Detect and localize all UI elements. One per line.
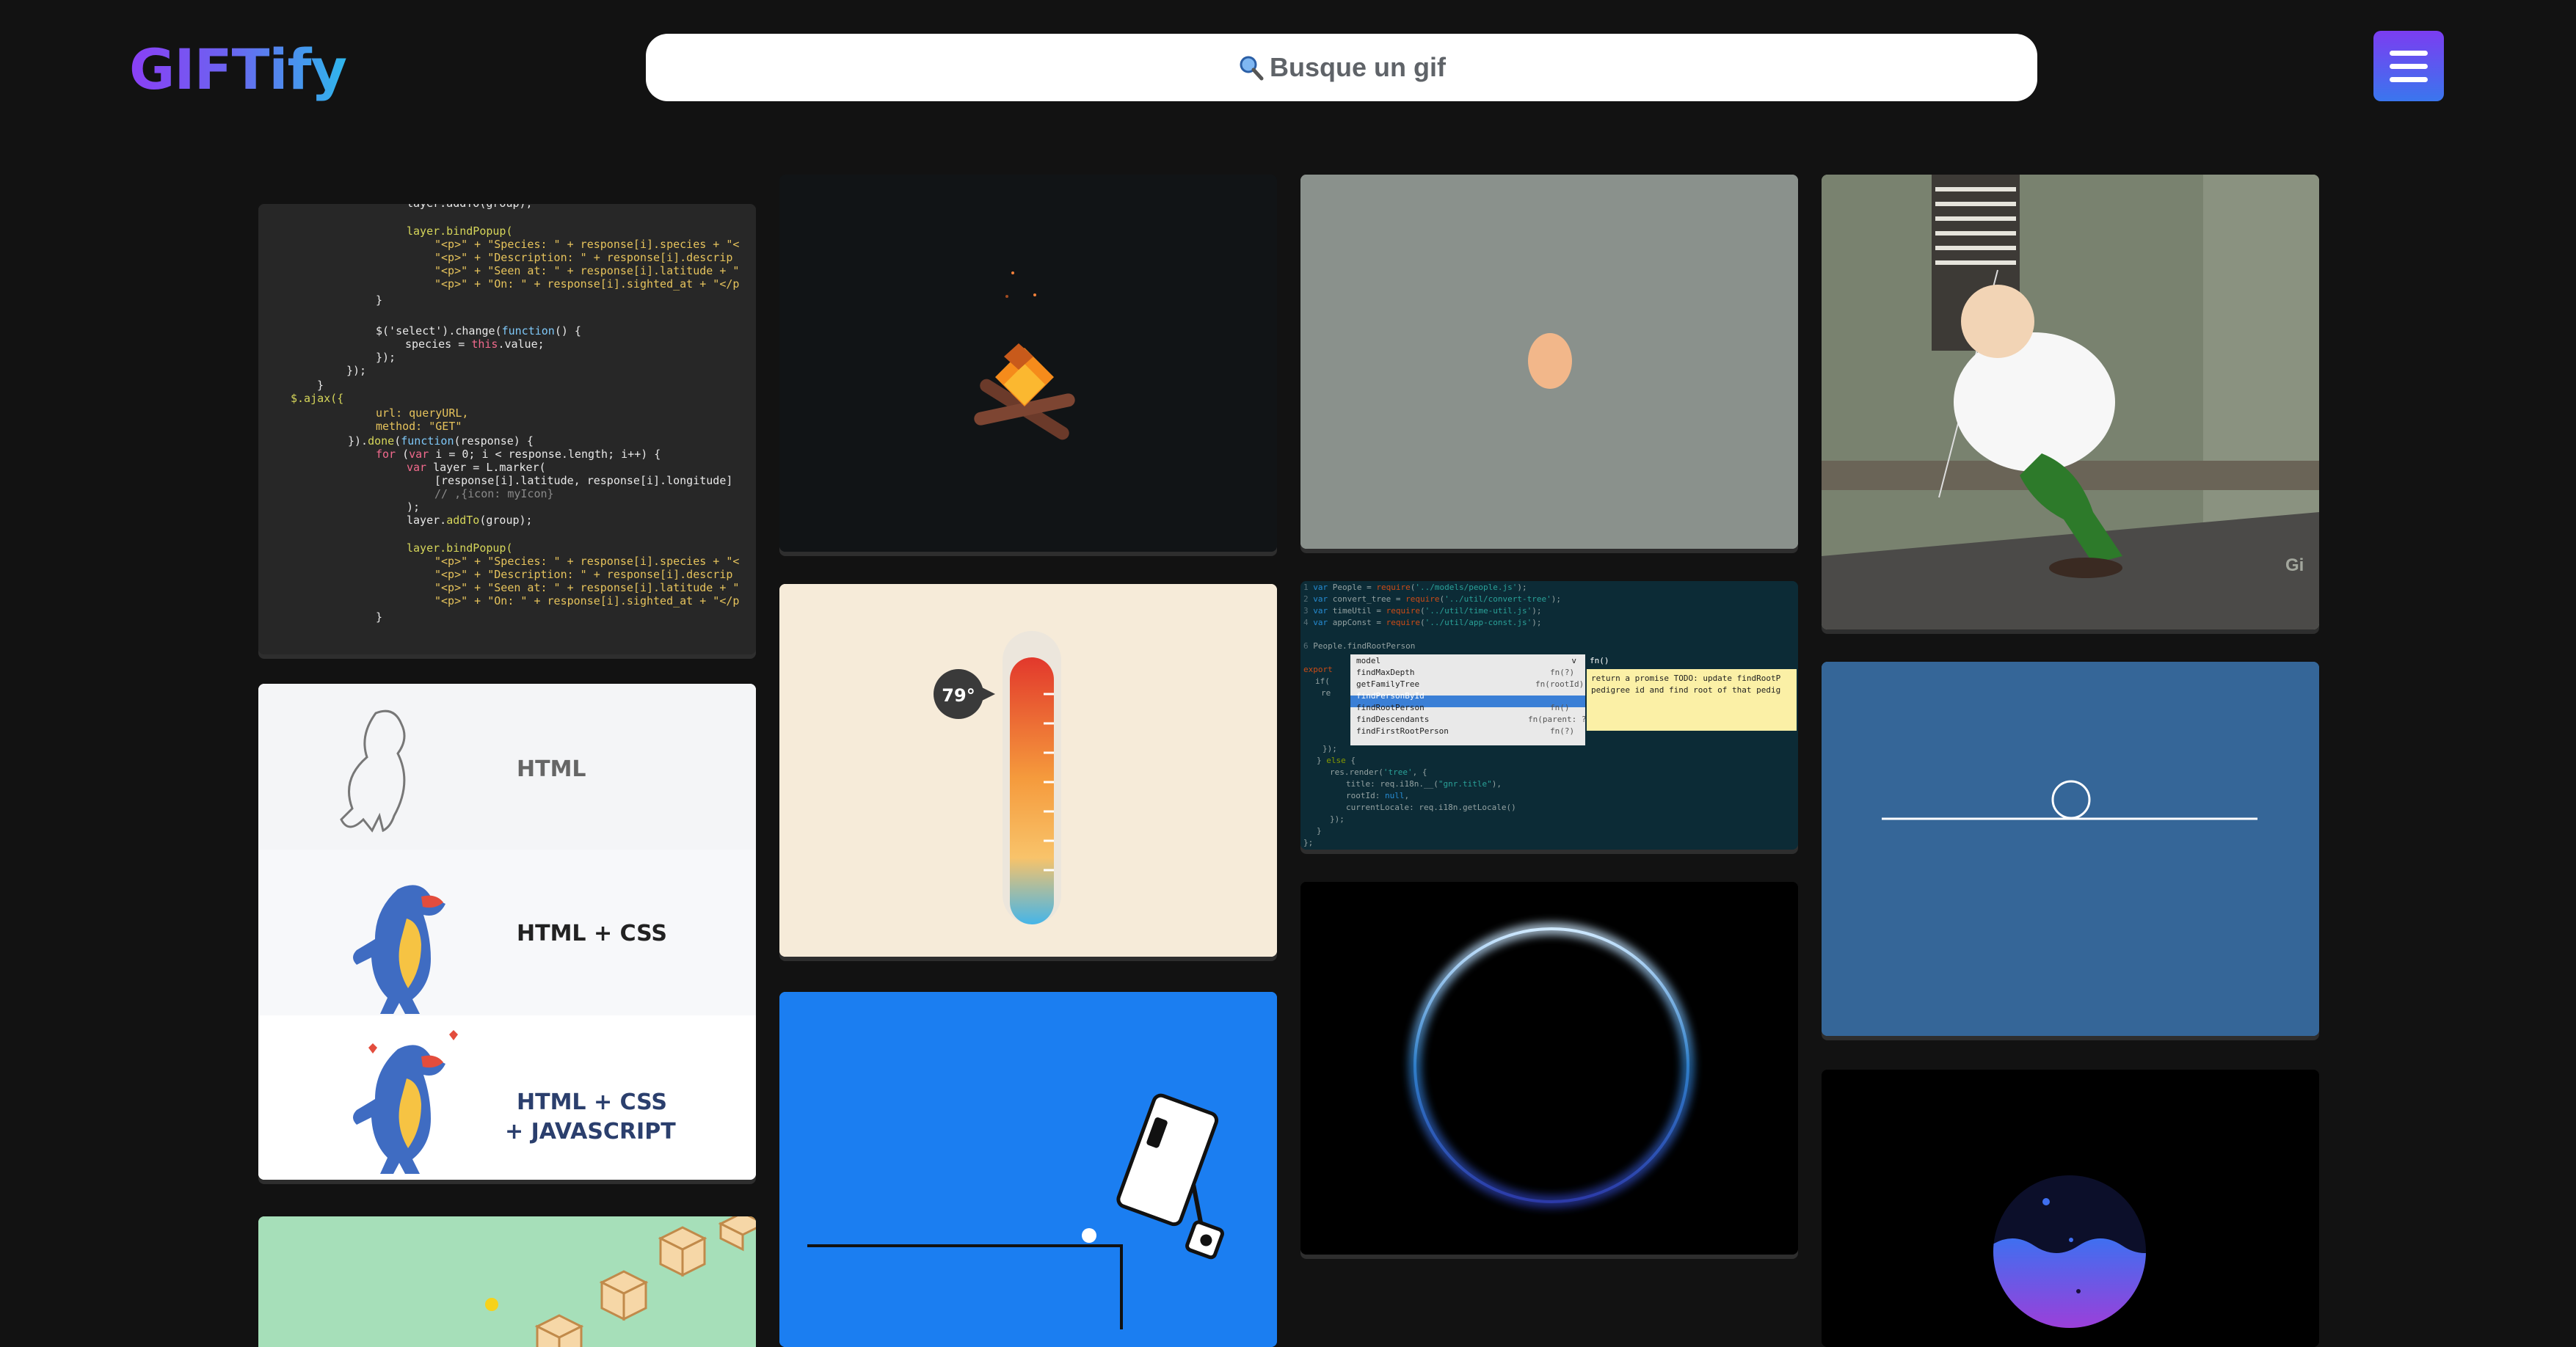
svg-text:export: export <box>1303 665 1333 674</box>
svg-text:"<p>" + "Seen at: " + response: "<p>" + "Seen at: " + response[i].latitu… <box>434 264 739 277</box>
hamburger-icon-bar <box>2390 63 2428 69</box>
camera-gif <box>779 992 1277 1347</box>
gif-peter-blinds[interactable]: Gi <box>1822 175 2319 629</box>
egg-gif <box>1300 175 1798 549</box>
svg-text:}: } <box>376 293 382 307</box>
svg-text:3 var timeUtil = require('../u: 3 var timeUtil = require('../util/time-u… <box>1303 606 1542 616</box>
svg-text:rootId: null,: rootId: null, <box>1346 791 1409 800</box>
svg-text:$.ajax({: $.ajax({ <box>291 392 343 405</box>
gif-isometric-boxes[interactable] <box>258 1216 756 1347</box>
svg-text:"<p>" + "Seen at: " + response: "<p>" + "Seen at: " + response[i].latitu… <box>434 581 739 594</box>
html-css-js-gif: HTML HTML + CSS HTML + CSS + JAVASCRIPT <box>258 684 756 1180</box>
svg-text:fn(?): fn(?) <box>1550 726 1574 736</box>
gif-html-css-js[interactable]: HTML HTML + CSS HTML + CSS + JAVASCRIPT <box>258 684 756 1180</box>
svg-text:method: "GET": method: "GET" <box>376 420 462 433</box>
svg-text:fn(rootId): fn(rootId) <box>1535 679 1584 689</box>
svg-text:});: }); <box>1330 814 1345 824</box>
temperature-readout: 79° <box>942 685 975 706</box>
gif-campfire[interactable] <box>779 175 1277 552</box>
svg-text:getFamilyTree: getFamilyTree <box>1356 679 1419 689</box>
search-placeholder: Busque un gif <box>1270 52 1446 82</box>
stage-html-css-js-label-1: HTML + CSS <box>517 1089 667 1115</box>
hamburger-icon-bar <box>2390 76 2428 82</box>
magnifier-icon <box>1240 56 1264 81</box>
gif-egg[interactable] <box>1300 175 1798 549</box>
autocomplete-gif: 1 var People = require('../models/people… <box>1300 581 1798 850</box>
svg-text:layer.bindPopup(: layer.bindPopup( <box>407 541 513 555</box>
svg-text:}).done(function(response) {: }).done(function(response) { <box>348 434 534 448</box>
svg-text:}: } <box>1317 826 1322 836</box>
svg-text:for (var i = 0; i < response.l: for (var i = 0; i < response.length; i++… <box>376 448 661 461</box>
svg-text:"<p>" + "Description: " + resp: "<p>" + "Description: " + response[i].de… <box>434 251 732 264</box>
gif-code-autocomplete[interactable]: 1 var People = require('../models/people… <box>1300 581 1798 850</box>
stage-html-css-js-label-2: + JAVASCRIPT <box>505 1119 676 1145</box>
svg-text:} else {: } else { <box>1317 756 1356 765</box>
svg-text:layer.bindPopup(: layer.bindPopup( <box>407 224 513 238</box>
svg-text:layer.addTo(group);: layer.addTo(group); <box>407 514 533 527</box>
svg-text:"<p>" + "Species: " + response: "<p>" + "Species: " + response[i].specie… <box>434 238 739 251</box>
svg-text:});: }); <box>346 364 366 377</box>
rolling-ball-gif <box>1822 662 2319 1036</box>
stage-html-css-label: HTML + CSS <box>517 921 667 946</box>
svg-text:if(: if( <box>1315 676 1330 686</box>
svg-text:fn(): fn() <box>1550 703 1570 712</box>
svg-text:layer.addTo(group);: layer.addTo(group); <box>407 204 533 210</box>
svg-text:model: model <box>1356 656 1380 665</box>
svg-text:2 var convert_tree = require(': 2 var convert_tree = require('../util/co… <box>1303 594 1561 604</box>
gif-rolling-ball[interactable] <box>1822 662 2319 1036</box>
svg-text:});: }); <box>1322 744 1337 753</box>
svg-text:);: ); <box>407 500 420 514</box>
svg-text:findFirstRootPerson: findFirstRootPerson <box>1356 726 1449 736</box>
svg-text:$('select').change(function(): $('select').change(function() { <box>376 324 581 337</box>
svg-text:findDescendants: findDescendants <box>1356 715 1429 724</box>
svg-text:res.render('tree', {: res.render('tree', { <box>1330 767 1427 777</box>
stage-html-label: HTML <box>517 756 586 782</box>
ring-gif <box>1300 882 1798 1255</box>
svg-text:currentLocale: req.i18n.getLoc: currentLocale: req.i18n.getLocale() <box>1346 803 1516 812</box>
campfire-gif <box>779 175 1277 552</box>
svg-text:4 var appConst = require('../u: 4 var appConst = require('../util/app-co… <box>1303 618 1542 627</box>
app-logo[interactable]: GIFTify <box>129 37 347 102</box>
svg-text:6 People.findRootPerson: 6 People.findRootPerson <box>1303 641 1415 651</box>
menu-button[interactable] <box>2373 31 2444 101</box>
svg-text:findRootPerson: findRootPerson <box>1356 703 1425 712</box>
gif-thermometer[interactable]: 79° <box>779 584 1277 957</box>
svg-text:return a promise TODO: update: return a promise TODO: update findRootP <box>1591 674 1781 683</box>
svg-text:fn(parent: ?): fn(parent: ?) <box>1528 715 1591 724</box>
svg-text:pedigree id and find root of t: pedigree id and find root of that pedig <box>1591 685 1780 695</box>
svg-text:re: re <box>1321 688 1331 698</box>
svg-text:v: v <box>1571 656 1576 665</box>
svg-text:"<p>" + "On: " + response[i].s: "<p>" + "On: " + response[i].sighted_at … <box>434 277 739 291</box>
svg-text:}: } <box>376 610 382 624</box>
svg-text:"<p>" + "Description: " + resp: "<p>" + "Description: " + response[i].de… <box>434 568 732 581</box>
svg-text:findPersonById: findPersonById <box>1356 691 1425 701</box>
svg-text:});: }); <box>376 351 396 364</box>
watermark-text: Gi <box>2285 555 2304 575</box>
search-input[interactable]: Busque un gif <box>646 34 2037 101</box>
svg-text:title: req.i18n.__("gnr.title": title: req.i18n.__("gnr.title"), <box>1346 779 1502 789</box>
planet-gif <box>1822 1070 2319 1347</box>
svg-text:// ,{icon: myIcon}: // ,{icon: myIcon} <box>434 487 554 500</box>
svg-text:"<p>" + "Species: " + response: "<p>" + "Species: " + response[i].specie… <box>434 555 739 568</box>
svg-text:findMaxDepth: findMaxDepth <box>1356 668 1414 677</box>
peter-gif: Gi <box>1822 175 2319 629</box>
code-editor-gif: layer.addTo(group); layer.bindPopup( "<p… <box>258 204 756 654</box>
hamburger-icon-bar <box>2390 50 2428 56</box>
gif-code-screenshot[interactable]: layer.addTo(group); layer.bindPopup( "<p… <box>258 204 756 654</box>
boxes-gif <box>258 1216 756 1347</box>
svg-text:fn(): fn() <box>1590 656 1609 665</box>
svg-text:};: }; <box>1303 838 1313 847</box>
gif-camera-cliff[interactable] <box>779 992 1277 1347</box>
gif-glowing-ring[interactable] <box>1300 882 1798 1255</box>
svg-text:[response[i].latitude, respons: [response[i].latitude, response[i].longi… <box>434 474 732 487</box>
svg-text:fn(?): fn(?) <box>1550 668 1574 677</box>
gif-ocean-planet[interactable] <box>1822 1070 2319 1347</box>
svg-text:url: queryURL,: url: queryURL, <box>376 406 468 420</box>
svg-text:var layer = L.marker(: var layer = L.marker( <box>407 461 546 474</box>
svg-text:}: } <box>317 379 324 392</box>
svg-text:"<p>" + "On: " + response[i].s: "<p>" + "On: " + response[i].sighted_at … <box>434 594 739 607</box>
thermometer-gif: 79° <box>779 584 1277 957</box>
svg-text:1 var People = require('../mod: 1 var People = require('../models/people… <box>1303 583 1527 592</box>
svg-text:species = this.value;: species = this.value; <box>405 337 545 351</box>
